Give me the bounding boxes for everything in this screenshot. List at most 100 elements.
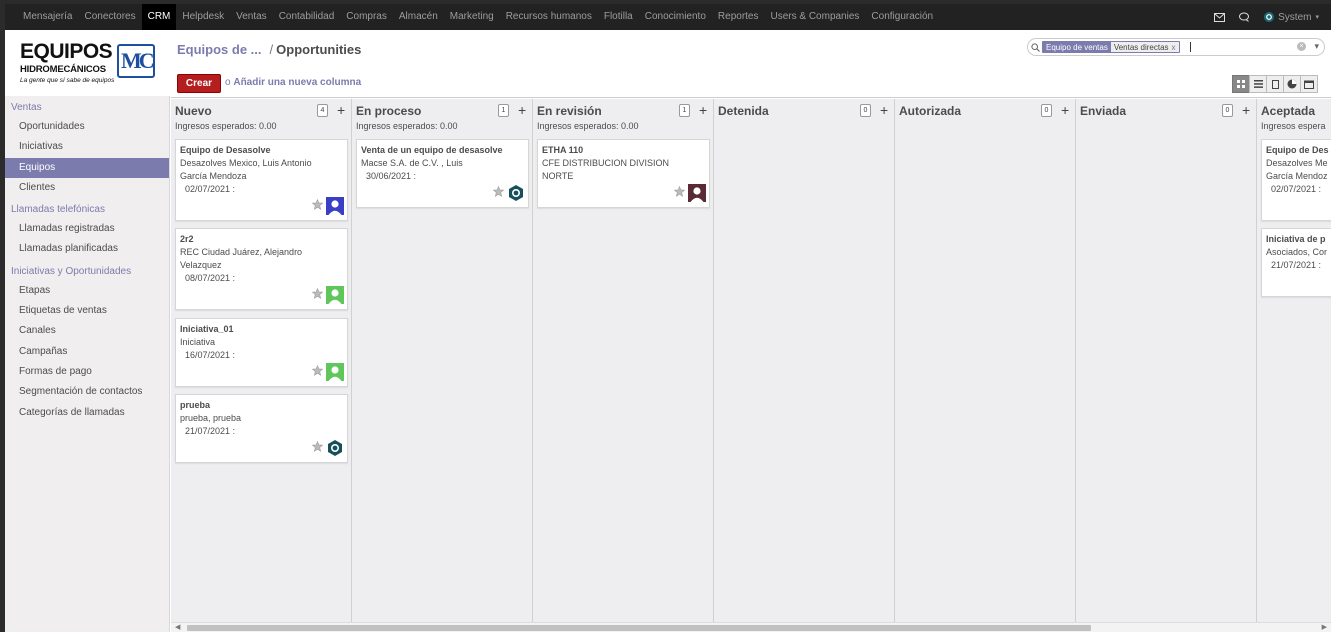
- search-bar[interactable]: Equipo de ventas Ventas directas x × ▾: [1027, 38, 1325, 56]
- kanban-column-aceptada: Aceptada Ingresos espera Equipo de Des Desa…: [1257, 99, 1331, 622]
- sidebar-item-iniciativas[interactable]: Iniciativas: [5, 137, 169, 157]
- navbar-right: System ▾: [1214, 4, 1319, 30]
- card-title: prueba: [180, 400, 211, 410]
- topnav-helpdesk[interactable]: Helpdesk: [176, 4, 230, 30]
- kanban-card[interactable]: Equipo de Desasolve Desazolves Mexico, Lu…: [175, 139, 348, 221]
- user-avatar[interactable]: [688, 184, 706, 202]
- sidebar-item-etiquetas-de-ventas[interactable]: Etiquetas de ventas: [5, 301, 169, 321]
- add-card-icon[interactable]: +: [1242, 102, 1250, 118]
- topnav-contabilidad[interactable]: Contabilidad: [273, 4, 341, 30]
- sidebar-item-canales[interactable]: Canales: [5, 321, 169, 341]
- main-content: Equipos de ... / Opportunities Equipo de v…: [171, 30, 1331, 632]
- sidebar-item-clientes[interactable]: Clientes: [5, 178, 169, 198]
- sidebar-item-campanas[interactable]: Campañas: [5, 342, 169, 362]
- column-title[interactable]: Autorizada: [899, 104, 961, 118]
- add-card-icon[interactable]: +: [1061, 102, 1069, 118]
- kanban-card[interactable]: Equipo de Des Desazolves Me García Mendoz 0…: [1261, 139, 1331, 221]
- messages-icon[interactable]: [1214, 12, 1226, 22]
- chat-icon[interactable]: [1239, 12, 1250, 22]
- list-view-icon[interactable]: [1249, 75, 1267, 93]
- topnav-marketing[interactable]: Marketing: [444, 4, 500, 30]
- star-icon[interactable]: [311, 440, 324, 455]
- kanban-card[interactable]: prueba prueba, prueba 21/07/2021 :: [175, 394, 348, 463]
- search-options-icon[interactable]: ▾: [1314, 41, 1319, 52]
- search-input[interactable]: [1190, 42, 1191, 52]
- company-logo[interactable]: EQUIPOS HIDROMECÁNICOS La gente que sí s…: [5, 30, 170, 96]
- user-avatar[interactable]: [326, 197, 344, 215]
- topnav-conectores[interactable]: Conectores: [78, 4, 141, 30]
- graph-view-icon[interactable]: [1283, 75, 1301, 93]
- user-avatar[interactable]: [326, 286, 344, 304]
- column-title[interactable]: Aceptada: [1261, 104, 1315, 118]
- horizontal-scrollbar[interactable]: ◀ ▶: [171, 622, 1331, 632]
- breadcrumb-separator: /: [269, 42, 274, 57]
- kanban-card[interactable]: ETHA 110 CFE DISTRIBUCION DIVISION NORTE: [537, 139, 710, 208]
- column-title[interactable]: Nuevo: [175, 104, 212, 118]
- star-icon[interactable]: [311, 287, 324, 302]
- topnav-flotilla[interactable]: Flotilla: [598, 4, 639, 30]
- topnav-recursos-humanos[interactable]: Recursos humanos: [500, 4, 598, 30]
- card-partner: CFE DISTRIBUCION DIVISION: [542, 158, 670, 168]
- topnav-almacen[interactable]: Almacén: [393, 4, 444, 30]
- scrollbar-thumb[interactable]: [187, 625, 1091, 631]
- sidebar-item-segmentacion-de-contactos[interactable]: Segmentación de contactos: [5, 382, 169, 402]
- user-menu[interactable]: System ▾: [1264, 12, 1319, 23]
- clear-search-icon[interactable]: ×: [1297, 42, 1306, 51]
- topnav-users-companies[interactable]: Users & Companies: [764, 4, 865, 30]
- add-column-label: Añadir una nueva columna: [233, 77, 362, 88]
- column-title[interactable]: Enviada: [1080, 104, 1126, 118]
- facet-remove-icon[interactable]: x: [1170, 42, 1179, 52]
- topnav-crm[interactable]: CRM: [141, 4, 177, 30]
- logo-mark: MC: [117, 44, 155, 78]
- user-avatar[interactable]: [326, 363, 344, 381]
- add-card-icon[interactable]: +: [699, 102, 707, 118]
- add-card-icon[interactable]: +: [880, 102, 888, 118]
- kanban-card[interactable]: 2r2 REC Ciudad Juárez, Alejandro Velazquez…: [175, 228, 348, 310]
- topnav-configuracion[interactable]: Configuración: [865, 4, 939, 30]
- card-date: 08/07/2021 :: [185, 273, 236, 283]
- column-count-badge: 4: [317, 104, 328, 117]
- form-view-icon[interactable]: [1266, 75, 1284, 93]
- topnav-conocimiento[interactable]: Conocimiento: [639, 4, 712, 30]
- sidebar-item-equipos[interactable]: Equipos: [5, 157, 169, 178]
- topnav-ventas[interactable]: Ventas: [230, 4, 273, 30]
- star-icon[interactable]: [492, 185, 505, 200]
- column-title[interactable]: En revisión: [537, 104, 602, 118]
- card-partner: Desazolves Me: [1266, 158, 1328, 168]
- sidebar-item-formas-de-pago[interactable]: Formas de pago: [5, 362, 169, 382]
- card-title: Equipo de Desasolve: [180, 145, 271, 155]
- topnav-mensajeria[interactable]: Mensajería: [17, 4, 78, 30]
- add-card-icon[interactable]: +: [518, 102, 526, 118]
- scroll-left-icon[interactable]: ◀: [175, 623, 180, 631]
- kanban-card[interactable]: Venta de un equipo de desasolve Macse S.A…: [356, 139, 529, 208]
- star-icon[interactable]: [311, 198, 324, 213]
- sidebar-item-llamadas-planificadas[interactable]: Llamadas planificadas: [5, 239, 169, 259]
- user-avatar[interactable]: [326, 439, 344, 457]
- sidebar-item-oportunidades[interactable]: Oportunidades: [5, 117, 169, 137]
- add-column-link[interactable]: o Añadir una nueva columna: [225, 77, 361, 88]
- card-date: 21/07/2021 :: [185, 426, 236, 436]
- column-title[interactable]: En proceso: [356, 104, 421, 118]
- user-avatar[interactable]: [507, 184, 525, 202]
- kanban-card[interactable]: Iniciativa_01 Iniciativa 16/07/2021 :: [175, 318, 348, 387]
- kanban-view-icon[interactable]: [1232, 75, 1250, 93]
- column-title[interactable]: Detenida: [718, 104, 769, 118]
- create-button[interactable]: Crear: [177, 74, 221, 93]
- scroll-right-icon[interactable]: ▶: [1322, 623, 1327, 631]
- kanban-column-autorizada: Autorizada 0 +: [895, 99, 1076, 622]
- kanban-card[interactable]: Iniciativa de p Asociados, Cor 21/07/2021 …: [1261, 228, 1331, 297]
- star-icon[interactable]: [311, 364, 324, 379]
- breadcrumb-parent[interactable]: Equipos de ...: [177, 42, 262, 57]
- sidebar-item-llamadas-registradas[interactable]: Llamadas registradas: [5, 219, 169, 239]
- calendar-view-icon[interactable]: [1300, 75, 1318, 93]
- sidebar-item-etapas[interactable]: Etapas: [5, 281, 169, 301]
- sidebar-item-categorias-de-llamadas[interactable]: Categorías de llamadas: [5, 403, 169, 423]
- user-avatar-icon: [1264, 12, 1275, 22]
- search-facet[interactable]: Equipo de ventas Ventas directas x: [1042, 41, 1180, 53]
- star-icon[interactable]: [673, 185, 686, 200]
- card-title: Iniciativa_01: [180, 324, 234, 334]
- topnav-reportes[interactable]: Reportes: [712, 4, 765, 30]
- column-expected-revenue: Ingresos esperados: 0.00: [356, 121, 458, 131]
- topnav-compras[interactable]: Compras: [340, 4, 393, 30]
- add-card-icon[interactable]: +: [337, 102, 345, 118]
